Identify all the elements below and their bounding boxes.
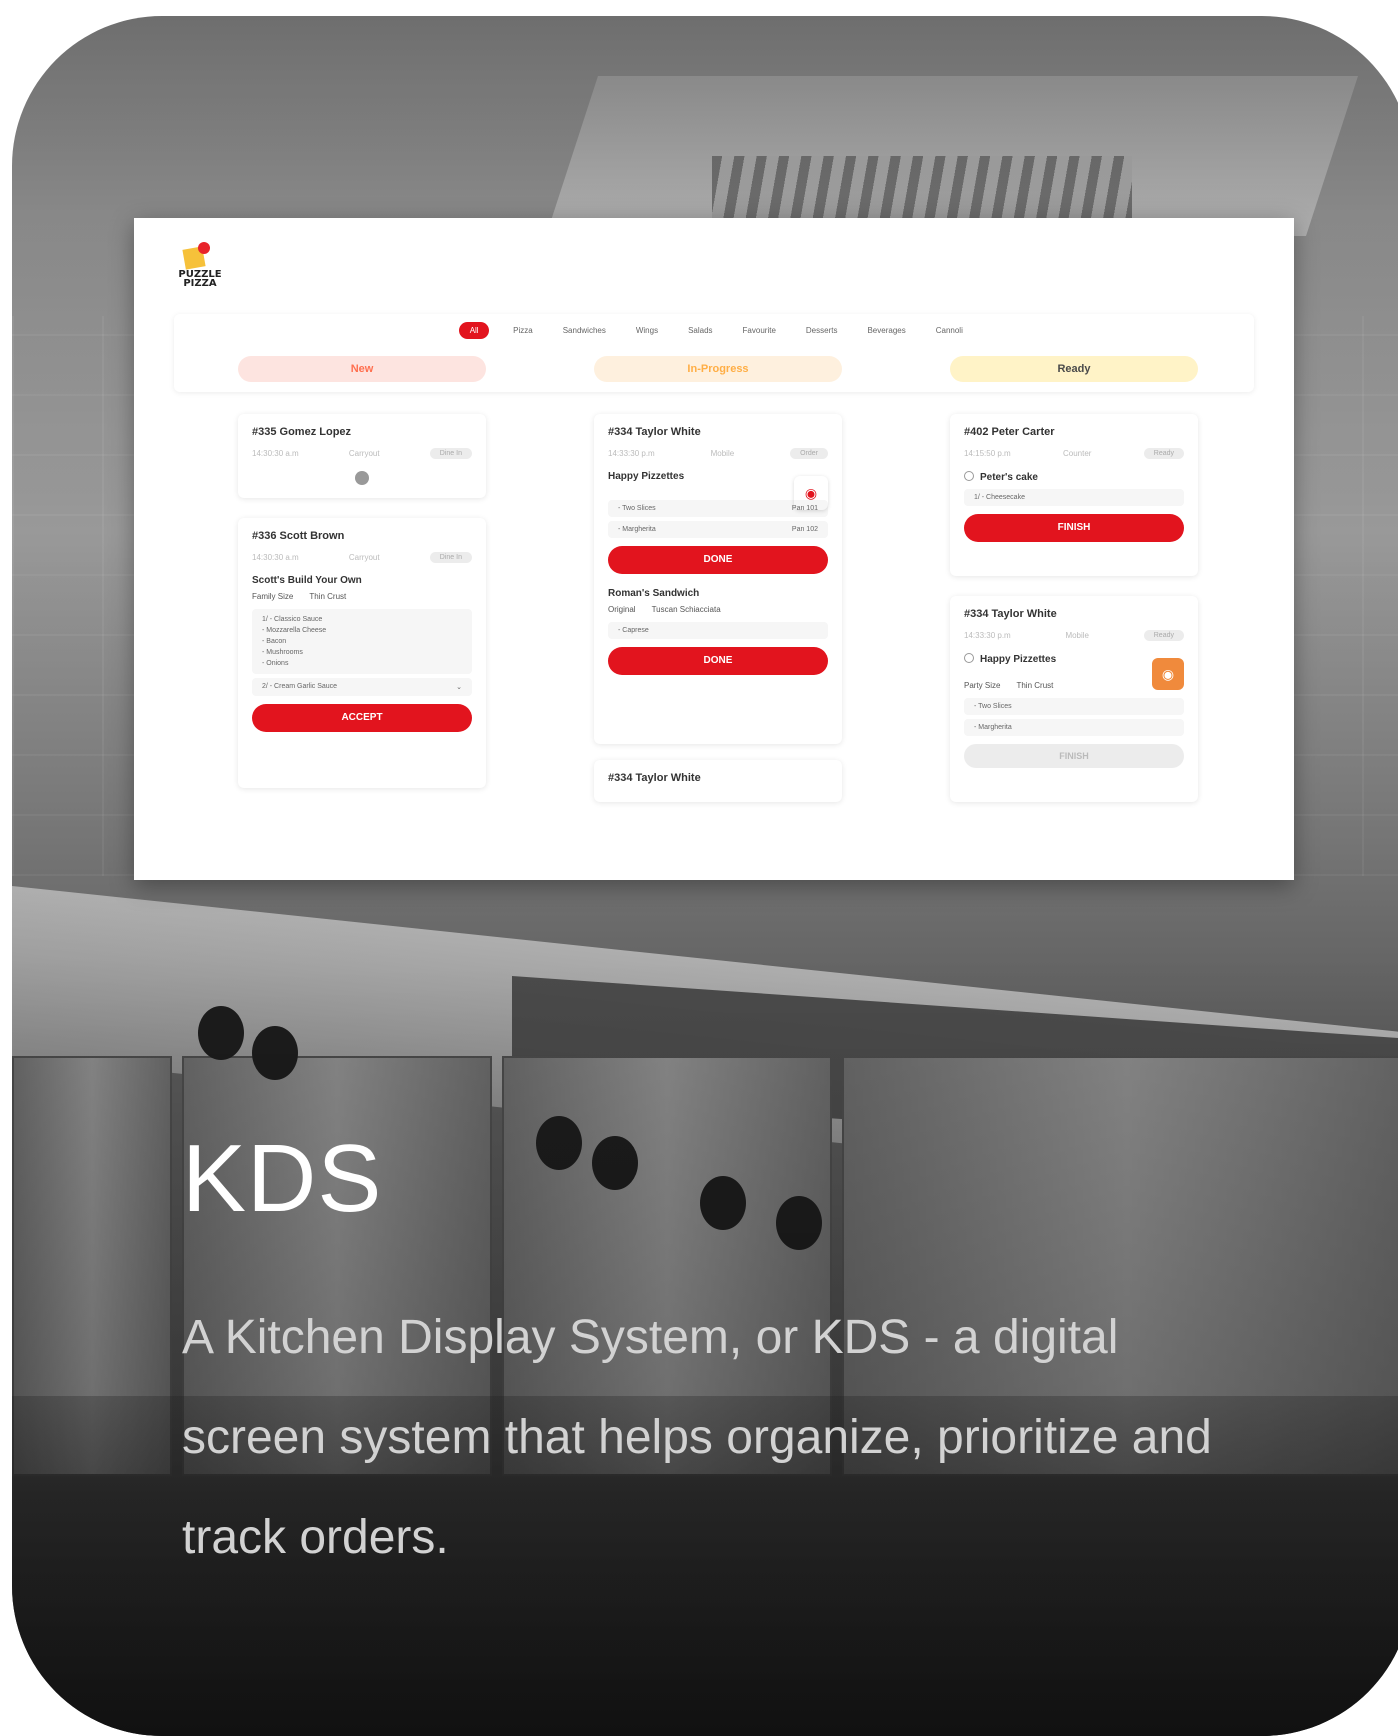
modifier: Family Size bbox=[252, 592, 294, 601]
modifier: Tuscan Schiacciata bbox=[651, 605, 721, 614]
item-name: Happy Pizzettes bbox=[964, 653, 1184, 665]
filter-beverages[interactable]: Beverages bbox=[861, 322, 911, 339]
page-title: KDS bbox=[182, 1125, 383, 1232]
ticket-time: 14:15:50 p.m bbox=[964, 449, 1011, 458]
item-sub: - Margherita bbox=[964, 719, 1184, 736]
filter-sandwiches[interactable]: Sandwiches bbox=[557, 322, 612, 339]
item-name: Roman's Sandwich bbox=[608, 588, 700, 599]
topping: - Mushrooms bbox=[262, 649, 303, 656]
done-button[interactable]: DONE bbox=[608, 647, 828, 675]
column-header-new: New bbox=[238, 356, 486, 382]
topping: - Mozzarella Cheese bbox=[262, 627, 327, 634]
order-ticket[interactable]: #336 Scott Brown 14:30:30 a.m Carryout D… bbox=[238, 518, 486, 788]
finish-button[interactable]: FINISH bbox=[964, 514, 1184, 542]
sub-label: - Two Slices bbox=[974, 703, 1012, 710]
topping: 1/ - Classico Sauce bbox=[262, 616, 323, 623]
loading-icon bbox=[355, 471, 369, 485]
ticket-status: Ready bbox=[1143, 448, 1184, 459]
modifier: Thin Crust bbox=[309, 592, 347, 601]
column-header-in-progress: In-Progress bbox=[594, 356, 842, 382]
item-sub: 1/ - Cheesecake bbox=[964, 489, 1184, 506]
order-ticket[interactable]: #334 Taylor White 14:33:30 p.m Mobile Re… bbox=[950, 596, 1198, 802]
camera-icon[interactable]: ◉ bbox=[794, 476, 828, 510]
item-name: Scott's Build Your Own bbox=[252, 575, 362, 586]
item-modifiers: Original Tuscan Schiacciata bbox=[608, 605, 828, 614]
item-sub: - Caprese bbox=[608, 622, 828, 639]
ticket-time: 14:30:30 a.m bbox=[252, 449, 299, 458]
done-button[interactable]: DONE bbox=[608, 546, 828, 574]
accept-button[interactable]: ACCEPT bbox=[252, 704, 472, 732]
order-ticket[interactable]: #335 Gomez Lopez 14:30:30 a.m Carryout D… bbox=[238, 414, 486, 498]
item-modifiers: Party Size Thin Crust bbox=[964, 681, 1184, 690]
item-modifiers: Family Size Thin Crust bbox=[252, 592, 472, 601]
sub-label: - Margherita bbox=[618, 526, 656, 533]
ticket-status: Dine In bbox=[429, 448, 472, 459]
item-toppings[interactable]: 1/ - Classico Sauce - Mozzarella Cheese … bbox=[252, 609, 472, 674]
pizza-thumbnail-icon: ◉ bbox=[1152, 658, 1184, 690]
filter-pizza[interactable]: Pizza bbox=[507, 322, 539, 339]
filter-all[interactable]: All bbox=[459, 322, 490, 339]
modifier: Original bbox=[608, 605, 636, 614]
filter-cannoli[interactable]: Cannoli bbox=[930, 322, 969, 339]
finish-button[interactable]: FINISH bbox=[964, 744, 1184, 768]
ticket-channel: Carryout bbox=[348, 553, 380, 562]
filter-salads[interactable]: Salads bbox=[682, 322, 718, 339]
sub-label: - Caprese bbox=[618, 627, 649, 634]
filter-favourite[interactable]: Favourite bbox=[737, 322, 782, 339]
ticket-title: #336 Scott Brown bbox=[252, 530, 345, 542]
ticket-meta: 14:15:50 p.m Counter Ready bbox=[964, 448, 1184, 459]
clock-icon bbox=[964, 471, 974, 481]
item-label: Peter's cake bbox=[980, 472, 1038, 483]
ticket-channel: Mobile bbox=[1065, 631, 1090, 640]
kds-screenshot: PUZZLE PIZZA All Pizza Sandwiches Wings … bbox=[134, 218, 1294, 880]
ticket-title: #334 Taylor White bbox=[608, 772, 701, 784]
ticket-channel: Counter bbox=[1063, 449, 1092, 458]
checkbox[interactable] bbox=[964, 653, 974, 663]
topping: - Onions bbox=[262, 660, 289, 667]
logo-shape bbox=[198, 242, 210, 254]
item-sub: - Margherita Pan 102 bbox=[608, 521, 828, 538]
topping: 2/ - Cream Garlic Sauce bbox=[262, 683, 338, 690]
item-label: Happy Pizzettes bbox=[980, 654, 1057, 665]
ticket-status: Dine In bbox=[429, 552, 472, 563]
logo: PUZZLE PIZZA bbox=[172, 240, 228, 296]
ticket-time: 14:30:30 a.m bbox=[252, 553, 299, 562]
feature-description: A Kitchen Display System, or KDS - a dig… bbox=[182, 1311, 1212, 1564]
filter-desserts[interactable]: Desserts bbox=[800, 322, 844, 339]
ticket-meta: 14:30:30 a.m Carryout Dine In bbox=[252, 552, 472, 563]
modifier: Thin Crust bbox=[1016, 681, 1054, 690]
ticket-status: Order bbox=[790, 448, 828, 459]
modifier: Party Size bbox=[964, 681, 1001, 690]
ticket-time: 14:33:30 p.m bbox=[608, 449, 655, 458]
ticket-title: #334 Taylor White bbox=[964, 608, 1057, 620]
item-sub: - Two Slices bbox=[964, 698, 1184, 715]
topping: - Bacon bbox=[262, 638, 287, 645]
ticket-status: Ready bbox=[1143, 630, 1184, 641]
chevron-down-icon: ⌄ bbox=[456, 684, 462, 691]
ticket-channel: Carryout bbox=[348, 449, 380, 458]
item-toppings[interactable]: 2/ - Cream Garlic Sauce ⌄ bbox=[252, 678, 472, 696]
column-header-ready: Ready bbox=[950, 356, 1198, 382]
ticket-meta: 14:33:30 p.m Mobile Order bbox=[608, 448, 828, 459]
order-ticket[interactable]: #402 Peter Carter 14:15:50 p.m Counter R… bbox=[950, 414, 1198, 576]
order-ticket[interactable]: #334 Taylor White bbox=[594, 760, 842, 802]
sub-label: - Two Slices bbox=[618, 505, 656, 512]
ticket-channel: Mobile bbox=[710, 449, 735, 458]
sub-label: 1/ - Cheesecake bbox=[974, 494, 1025, 501]
category-filters: All Pizza Sandwiches Wings Salads Favour… bbox=[174, 322, 1254, 339]
ticket-title: #402 Peter Carter bbox=[964, 426, 1055, 438]
filter-wings[interactable]: Wings bbox=[630, 322, 664, 339]
ticket-meta: 14:30:30 a.m Carryout Dine In bbox=[252, 448, 472, 459]
sub-pan: Pan 102 bbox=[791, 526, 818, 533]
ticket-meta: 14:33:30 p.m Mobile Ready bbox=[964, 630, 1184, 641]
kds-header: All Pizza Sandwiches Wings Salads Favour… bbox=[174, 314, 1254, 392]
order-ticket[interactable]: #334 Taylor White 14:33:30 p.m Mobile Or… bbox=[594, 414, 842, 744]
ticket-title: #334 Taylor White bbox=[608, 426, 701, 438]
logo-text: PUZZLE PIZZA bbox=[178, 269, 222, 289]
item-name: Peter's cake bbox=[964, 471, 1184, 483]
ticket-time: 14:33:30 p.m bbox=[964, 631, 1011, 640]
ticket-title: #335 Gomez Lopez bbox=[252, 426, 352, 438]
sub-label: - Margherita bbox=[974, 724, 1012, 731]
